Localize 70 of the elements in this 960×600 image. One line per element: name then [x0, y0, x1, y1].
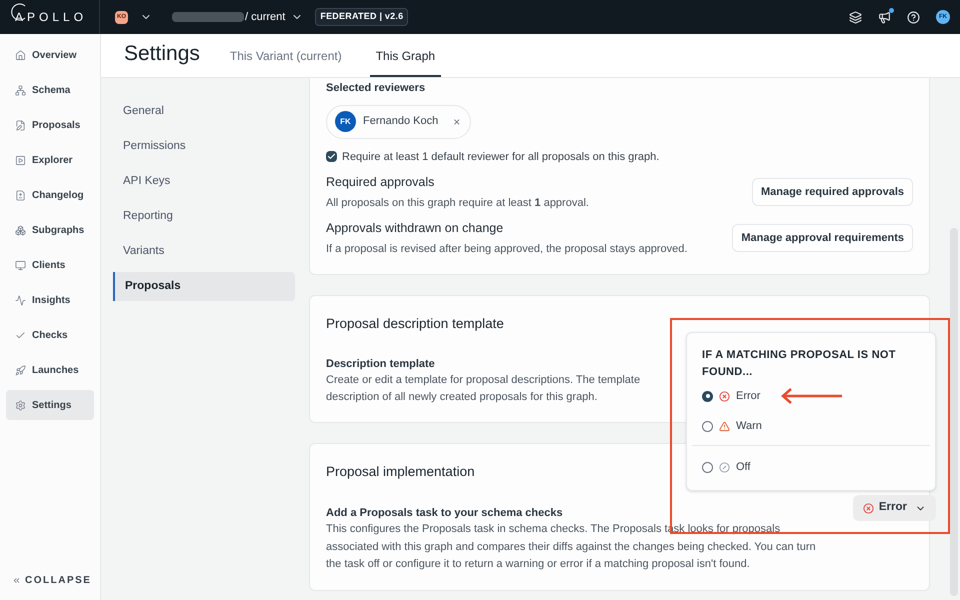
settings-nav-item[interactable]: General [113, 97, 295, 126]
rocket-icon [15, 364, 26, 376]
nav-item[interactable]: Settings [6, 390, 94, 420]
settings-nav-item[interactable]: API Keys [113, 167, 295, 196]
file-pen-icon [15, 120, 26, 130]
radio-button[interactable] [702, 390, 713, 402]
nav-item[interactable]: Overview [6, 40, 94, 70]
radio-option[interactable]: Error [702, 381, 920, 411]
collapse-button[interactable]: COLLAPSE [6, 573, 94, 588]
description-line: Create or edit a template for proposal descriptions. The template [326, 373, 640, 388]
section-description: If a proposal is revised after being approved, the proposal stays approved. [326, 242, 688, 257]
help-icon[interactable] [907, 10, 920, 24]
boxes-icon [15, 224, 26, 236]
play-square-icon [15, 154, 26, 166]
layers-icon[interactable] [849, 10, 862, 24]
reviewer-avatar: FK [335, 111, 356, 132]
nav-item[interactable]: Launches [6, 355, 94, 385]
federation-badge: FEDERATED | v2.6 [315, 8, 408, 26]
monitor-icon [15, 260, 26, 270]
nav-item[interactable]: Proposals [6, 110, 94, 140]
radio-option[interactable]: Warn [702, 411, 920, 441]
double-chevron-icon [12, 576, 21, 585]
severity-dropdown[interactable]: Error [852, 495, 936, 521]
pointer-arrow [780, 388, 844, 404]
description-line: description of all newly created proposals for this graph. [326, 390, 598, 406]
manage-button[interactable]: Manage approval requirements [732, 224, 913, 252]
settings-nav-item[interactable]: Permissions [113, 132, 295, 161]
settings-nav-item[interactable]: Reporting [113, 202, 295, 231]
menu-title: IF A MATCHING PROPOSAL IS NOT FOUND... [702, 348, 897, 380]
radio-option[interactable]: Off [702, 452, 920, 482]
slash-circle-icon [719, 462, 730, 472]
nav-item[interactable]: Subgraphs [6, 215, 94, 245]
nav-item[interactable]: Explorer [6, 145, 94, 175]
card-title: Proposal implementation [326, 463, 475, 482]
house-icon [15, 50, 26, 60]
nav-item[interactable]: Schema [6, 75, 94, 105]
settings-nav-item[interactable]: Variants [113, 237, 295, 266]
nav-item[interactable]: Checks [6, 320, 94, 350]
subsection-title: Add a Proposals task to your schema checks [326, 506, 563, 520]
section-description: All proposals on this graph require at least 1 approval. [326, 196, 589, 211]
nav-item[interactable]: Changelog [6, 180, 94, 210]
file-diff-icon [15, 190, 26, 200]
section-title: Approvals withdrawn on change [326, 220, 504, 238]
nav-item[interactable]: Insights [6, 285, 94, 315]
nav-item[interactable]: Clients [6, 250, 94, 280]
card-title: Proposal description template [326, 314, 504, 333]
manage-button[interactable]: Manage required approvals [752, 178, 913, 206]
x-circle-icon [719, 390, 730, 402]
megaphone-icon[interactable] [878, 10, 891, 24]
tab[interactable]: This Variant (current) [224, 47, 348, 77]
radio-button[interactable] [702, 462, 713, 472]
settings-nav-item[interactable]: Proposals [113, 272, 295, 301]
checkbox[interactable] [326, 151, 337, 162]
radio-button[interactable] [702, 420, 713, 432]
reviewer-name: Fernando Koch [363, 114, 438, 130]
subsection-title: Description template [326, 356, 435, 372]
checkbox-label: Require at least 1 default reviewer for all proposals on this graph. [342, 150, 660, 164]
page-title: Settings [124, 40, 200, 66]
settings-icon [15, 400, 26, 410]
section-label: Selected reviewers [326, 81, 426, 96]
graph-name[interactable]: / current [245, 8, 286, 26]
logo[interactable]: APOLLO [12, 10, 88, 24]
redacted-block [172, 12, 244, 22]
x-circle-icon [862, 502, 874, 514]
remove-button[interactable]: × [453, 112, 460, 130]
check-icon [15, 330, 26, 340]
section-title: Required approvals [326, 174, 436, 191]
pulse-icon [15, 294, 26, 306]
network-icon [15, 84, 26, 96]
warning-triangle-icon [719, 420, 730, 432]
